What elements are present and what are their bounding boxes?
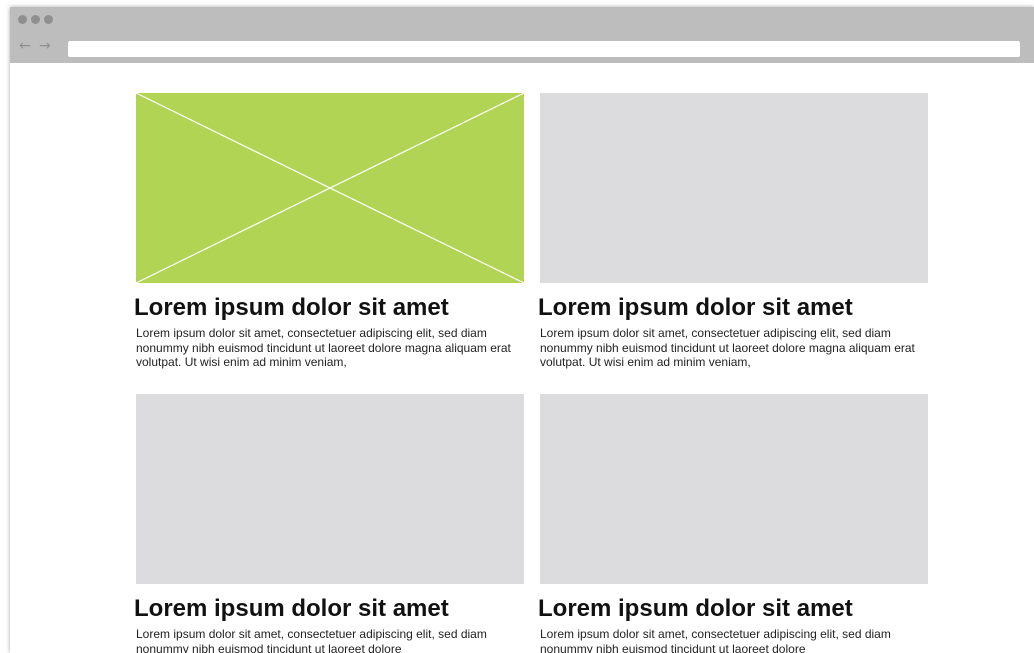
card-title[interactable]: Lorem ipsum dolor sit amet <box>538 294 930 322</box>
placeholder-x-icon <box>136 93 524 283</box>
card-image[interactable] <box>540 394 928 584</box>
article-card[interactable]: Lorem ipsum dolor sit amet Lorem ipsum d… <box>538 93 930 370</box>
image-placeholder[interactable] <box>136 93 524 283</box>
minimize-dot-icon[interactable] <box>31 15 40 24</box>
card-body: Lorem ipsum dolor sit amet, consectetuer… <box>136 627 487 653</box>
maximize-dot-icon[interactable] <box>44 15 53 24</box>
card-image[interactable] <box>540 93 928 283</box>
article-card[interactable]: Lorem ipsum dolor sit amet Lorem ipsum d… <box>134 93 526 370</box>
card-image[interactable] <box>136 394 524 584</box>
arrow-left-icon[interactable]: ← <box>19 39 31 53</box>
card-body: Lorem ipsum dolor sit amet, consectetuer… <box>540 326 915 369</box>
close-dot-icon[interactable] <box>18 15 27 24</box>
article-card[interactable]: Lorem ipsum dolor sit amet Lorem ipsum d… <box>134 394 526 653</box>
browser-window: ← → Lorem ipsum dolor sit amet Lorem ips… <box>10 7 1034 653</box>
card-body: Lorem ipsum dolor sit amet, consectetuer… <box>540 627 891 653</box>
arrow-right-icon[interactable]: → <box>39 39 51 53</box>
card-body: Lorem ipsum dolor sit amet, consectetuer… <box>136 326 511 369</box>
card-title[interactable]: Lorem ipsum dolor sit amet <box>134 595 526 623</box>
address-bar[interactable] <box>68 41 1020 57</box>
card-title[interactable]: Lorem ipsum dolor sit amet <box>134 294 526 322</box>
window-controls <box>18 15 53 24</box>
browser-toolbar: ← → <box>10 7 1034 63</box>
article-card[interactable]: Lorem ipsum dolor sit amet Lorem ipsum d… <box>538 394 930 653</box>
card-title[interactable]: Lorem ipsum dolor sit amet <box>538 595 930 623</box>
